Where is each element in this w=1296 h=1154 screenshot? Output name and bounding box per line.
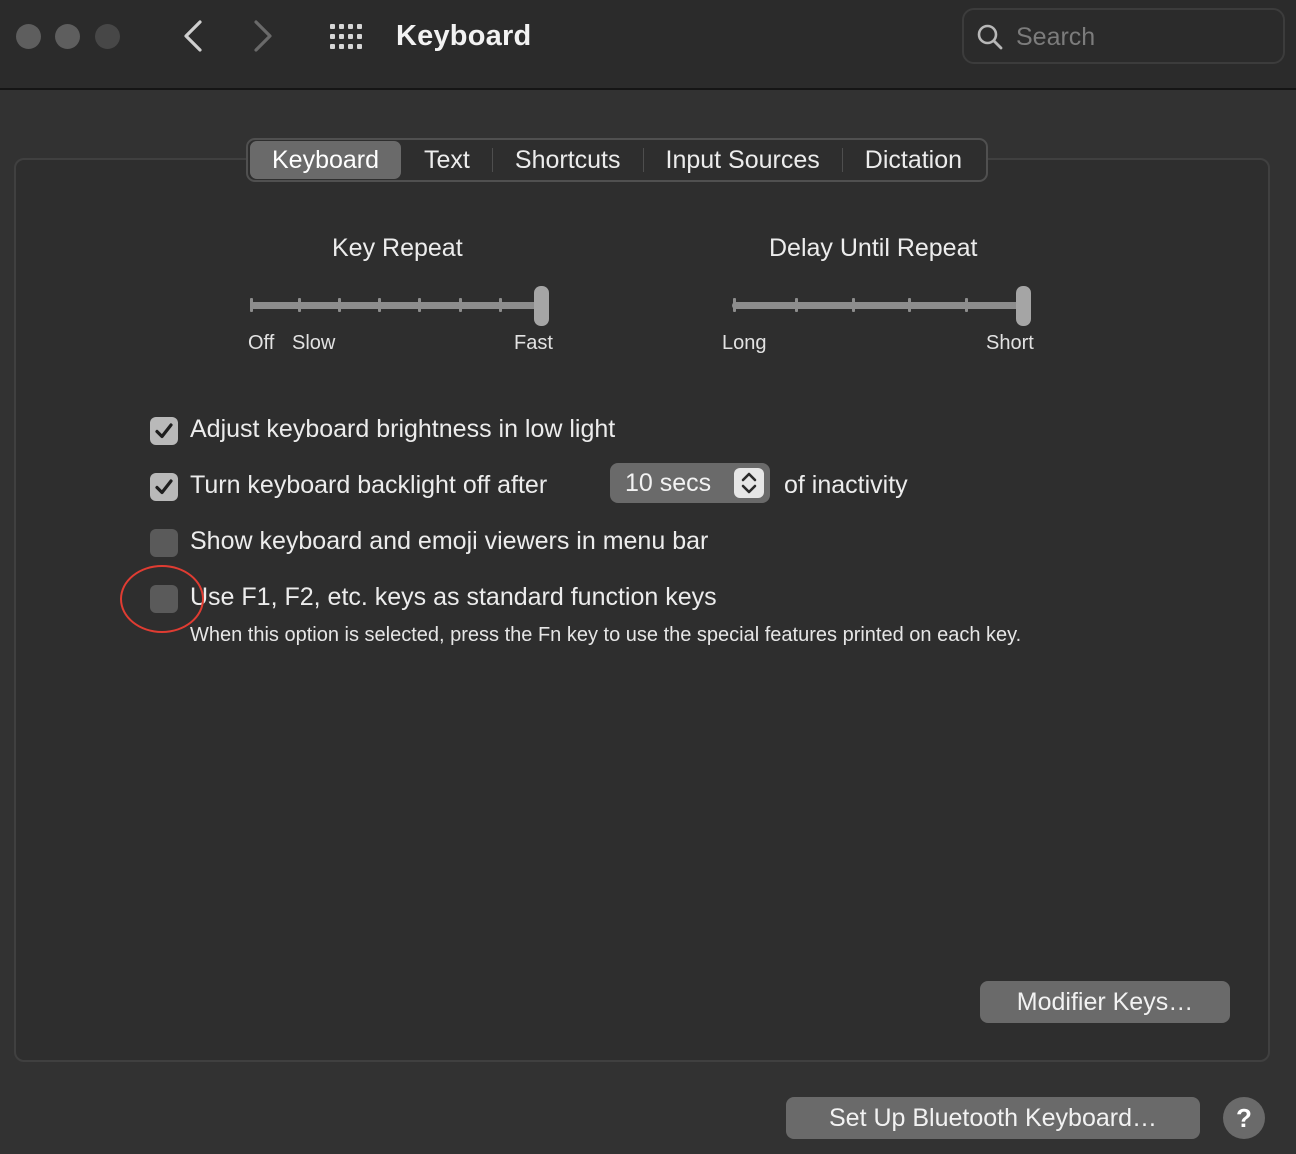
key-repeat-off-label: Off bbox=[248, 332, 275, 354]
tab-bar: Keyboard Text Shortcuts Input Sources Di… bbox=[246, 138, 989, 182]
backlight-label: Turn keyboard backlight off after bbox=[190, 471, 548, 499]
tab-input-sources[interactable]: Input Sources bbox=[644, 141, 842, 179]
key-repeat-title: Key Repeat bbox=[332, 234, 463, 262]
show-all-button[interactable] bbox=[326, 20, 370, 54]
back-button[interactable] bbox=[172, 14, 212, 58]
window-title: Keyboard bbox=[396, 20, 532, 52]
backlight-timeout-popup[interactable]: 10 secs bbox=[610, 463, 770, 503]
key-repeat-tick bbox=[378, 298, 381, 312]
help-button[interactable]: ? bbox=[1223, 1097, 1265, 1139]
checkmark-icon bbox=[155, 423, 173, 439]
delay-until-repeat-tick bbox=[795, 298, 798, 312]
chevron-left-icon bbox=[184, 20, 202, 52]
backlight-checkbox[interactable] bbox=[150, 473, 178, 501]
backlight-suffix: of inactivity bbox=[784, 471, 908, 499]
search-input[interactable] bbox=[1016, 20, 1271, 54]
delay-until-repeat-title: Delay Until Repeat bbox=[769, 234, 978, 262]
delay-until-repeat-knob[interactable] bbox=[1016, 286, 1031, 326]
viewers-label: Show keyboard and emoji viewers in menu … bbox=[190, 527, 709, 555]
grid-icon bbox=[330, 24, 362, 49]
tab-shortcuts[interactable]: Shortcuts bbox=[493, 141, 643, 179]
brightness-checkbox[interactable] bbox=[150, 417, 178, 445]
zoom-window-button[interactable] bbox=[95, 24, 120, 49]
delay-until-repeat-track[interactable] bbox=[732, 302, 1028, 309]
highlight-circle-annotation bbox=[120, 565, 204, 633]
up-down-chevron-icon bbox=[741, 472, 757, 494]
delay-until-repeat-tick bbox=[908, 298, 911, 312]
key-repeat-tick bbox=[338, 298, 341, 312]
delay-long-label: Long bbox=[722, 332, 767, 354]
search-icon bbox=[977, 24, 1003, 50]
brightness-label: Adjust keyboard brightness in low light bbox=[190, 415, 616, 443]
forward-button[interactable] bbox=[242, 14, 282, 58]
key-repeat-tick bbox=[418, 298, 421, 312]
popup-stepper bbox=[734, 468, 764, 498]
key-repeat-tick bbox=[298, 298, 301, 312]
delay-until-repeat-tick bbox=[733, 298, 736, 312]
checkmark-icon bbox=[155, 479, 173, 495]
backlight-timeout-value: 10 secs bbox=[625, 469, 712, 497]
search-field[interactable] bbox=[962, 8, 1285, 64]
tab-dictation[interactable]: Dictation bbox=[843, 141, 984, 179]
delay-short-label: Short bbox=[986, 332, 1034, 354]
viewers-checkbox[interactable] bbox=[150, 529, 178, 557]
key-repeat-slow-label: Slow bbox=[292, 332, 336, 354]
key-repeat-fast-label: Fast bbox=[514, 332, 553, 354]
tab-keyboard[interactable]: Keyboard bbox=[250, 141, 402, 179]
setup-bluetooth-keyboard-button[interactable]: Set Up Bluetooth Keyboard… bbox=[786, 1097, 1200, 1139]
minimize-window-button[interactable] bbox=[55, 24, 80, 49]
keyboard-preferences-window: Keyboard Keyboard Text Shortcuts Input S… bbox=[0, 0, 1296, 1154]
key-repeat-tick bbox=[459, 298, 462, 312]
key-repeat-tick bbox=[250, 298, 253, 312]
key-repeat-knob[interactable] bbox=[534, 286, 549, 326]
close-window-button[interactable] bbox=[16, 24, 41, 49]
tab-text[interactable]: Text bbox=[402, 141, 492, 179]
modifier-keys-button[interactable]: Modifier Keys… bbox=[980, 981, 1230, 1023]
function-keys-label: Use F1, F2, etc. keys as standard functi… bbox=[190, 583, 717, 611]
toolbar: Keyboard bbox=[0, 0, 1296, 90]
key-repeat-tick bbox=[499, 298, 502, 312]
delay-until-repeat-tick bbox=[852, 298, 855, 312]
function-keys-note: When this option is selected, press the … bbox=[190, 624, 1022, 646]
delay-until-repeat-tick bbox=[965, 298, 968, 312]
chevron-right-icon bbox=[254, 20, 272, 52]
